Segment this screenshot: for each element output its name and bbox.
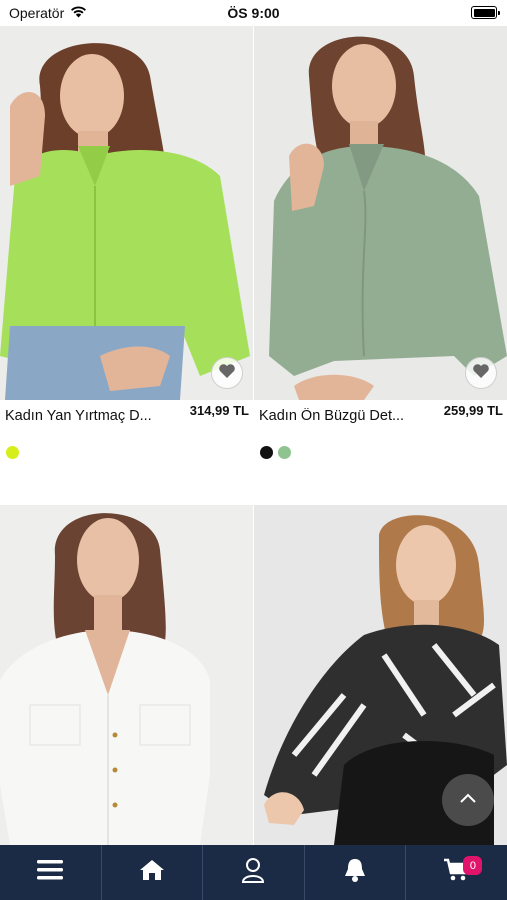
user-icon xyxy=(241,857,265,888)
status-time: ÖS 9:00 xyxy=(227,5,280,21)
scroll-to-top-button[interactable] xyxy=(442,774,494,826)
nav-menu-button[interactable] xyxy=(0,845,102,900)
heart-icon xyxy=(472,363,490,384)
favorite-button[interactable] xyxy=(211,357,243,389)
color-swatch[interactable] xyxy=(278,446,291,459)
product-price: 314,99 TL xyxy=(189,403,249,418)
nav-home-button[interactable] xyxy=(102,845,204,900)
product-image[interactable] xyxy=(0,26,253,400)
favorite-button[interactable] xyxy=(465,357,497,389)
nav-cart-button[interactable]: 0 xyxy=(406,845,507,900)
bell-icon xyxy=(343,857,367,888)
color-swatch[interactable] xyxy=(260,446,273,459)
product-image[interactable] xyxy=(254,26,507,400)
color-swatches xyxy=(6,446,19,459)
product-image[interactable] xyxy=(0,505,253,845)
product-name[interactable]: Kadın Ön Büzgü Det... xyxy=(259,408,429,424)
home-icon xyxy=(139,859,165,886)
chevron-up-icon xyxy=(459,791,477,809)
product-price: 259,99 TL xyxy=(443,403,503,418)
status-bar: Operatör ÖS 9:00 xyxy=(0,0,507,26)
color-swatches xyxy=(260,446,291,459)
menu-icon xyxy=(37,859,64,886)
battery-icon xyxy=(471,6,500,19)
color-swatch[interactable] xyxy=(6,446,19,459)
nav-account-button[interactable] xyxy=(203,845,305,900)
product-name[interactable]: Kadın Yan Yırtmaç D... xyxy=(5,408,175,424)
heart-icon xyxy=(218,363,236,384)
nav-notifications-button[interactable] xyxy=(305,845,407,900)
bottom-navigation: 0 xyxy=(0,845,507,900)
cart-badge: 0 xyxy=(463,856,483,875)
